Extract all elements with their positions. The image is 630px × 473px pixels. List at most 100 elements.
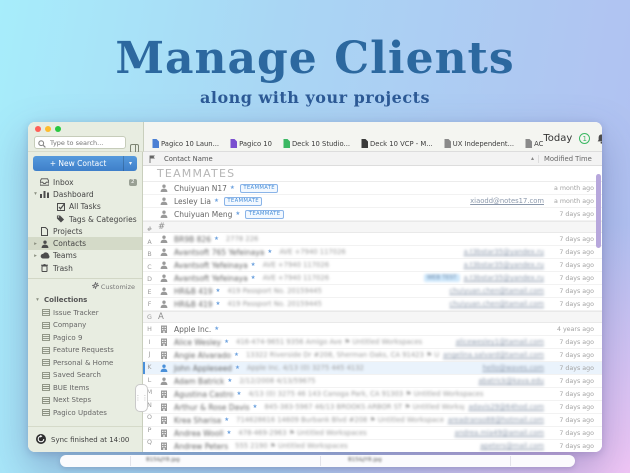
expand-icon[interactable]: ▸ (32, 241, 39, 247)
contact-row[interactable]: Avantsoft 765 Yefeinaya★AVE +7940 117026… (143, 246, 602, 259)
collection-item-issue-tracker[interactable]: Issue Tracker (28, 306, 142, 319)
alphabet-index-letter[interactable]: O (145, 412, 154, 425)
close-button[interactable] (35, 126, 41, 132)
contact-email[interactable]: hello@waves.com (483, 364, 544, 372)
contact-email[interactable]: areadranso88@hotmail.com (448, 416, 544, 424)
collection-item-personal-home[interactable]: Personal & Home (28, 356, 142, 369)
collection-item-bue-items[interactable]: BUE Items (28, 381, 142, 394)
collection-item-pagico-updates[interactable]: Pagico Updates (28, 406, 142, 419)
contact-email[interactable]: chuiyuan.chen@tamail.com (449, 287, 544, 295)
contact-row[interactable]: Alice Wesley★416-474-9651 9356 Amigo Ave… (143, 336, 602, 349)
contact-row[interactable]: Krea Sharisa★714628616 14609 Burbank Blv… (143, 414, 602, 427)
contact-email[interactable]: angelina.salvard@tamail.com (443, 351, 544, 359)
contact-row[interactable]: BR9B 826★2778 2267 days ago (143, 233, 602, 246)
alphabet-index-letter[interactable]: H (145, 324, 154, 337)
alphabet-index-letter[interactable]: D (145, 274, 154, 287)
contact-row[interactable]: Apple Inc.★4 years ago (143, 323, 602, 336)
contact-row[interactable]: Arthur & Rose Davis★845-383-5967 46/13 B… (143, 401, 602, 414)
contact-email[interactable]: a.t3bstar35@yandex.ru (464, 274, 544, 282)
alphabet-index-letter[interactable]: # (145, 224, 154, 237)
sidebar-item-trash[interactable]: Trash (28, 262, 142, 274)
new-contact-button[interactable]: + New Contact ▾ (33, 156, 137, 171)
collection-item-pagico-9[interactable]: Pagico 9 (28, 331, 142, 344)
minimize-button[interactable] (45, 126, 51, 132)
collection-item-next-steps[interactable]: Next Steps (28, 394, 142, 407)
contact-row[interactable]: Andrew Peters555 2190 ⚑ Untitled Workspa… (143, 440, 602, 452)
contact-row[interactable]: John Appleseed★Apple Inc. 4/13 (0) 3275 … (143, 362, 602, 375)
document-tab[interactable]: Deck 10 Studio... (283, 139, 350, 148)
sidebar-resize-handle[interactable]: ⋮⋮ (135, 384, 148, 412)
contact-row[interactable]: HR&B 419★419 Passport No. 20159445chuiyu… (143, 298, 602, 311)
contact-email[interactable]: alicewesley1@tamail.com (456, 338, 544, 346)
contact-row[interactable]: Avantsoft Yefeinaya★AVE +7940 117026a.t3… (143, 259, 602, 272)
contact-row[interactable]: Chuiyuan Meng★TEAMMATE7 days ago (143, 208, 602, 221)
alphabet-index-letter[interactable]: I (145, 337, 154, 350)
search-input[interactable] (48, 138, 122, 148)
zoom-button[interactable] (55, 126, 61, 132)
contact-email[interactable]: apeters@mail.com (480, 442, 544, 450)
modified-time: 7 days ago (544, 352, 594, 359)
collapse-icon[interactable]: ▾ (32, 191, 39, 197)
contact-row[interactable]: Andrea Wooll★478-469-2963 ⚑ Untitled Wor… (143, 427, 602, 440)
contact-email[interactable]: a.t3bstar35@yandex.ru (464, 261, 544, 269)
contact-email[interactable]: a.t3bstar35@yandex.ru (464, 248, 544, 256)
alphabet-index-letter[interactable]: G (145, 312, 154, 325)
scrollbar-thumb[interactable] (596, 174, 601, 248)
traffic-lights[interactable] (35, 126, 61, 132)
modified-time-column[interactable]: Modified Time (538, 155, 596, 163)
contact-details: 478-469-2963 ⚑ Untitled Workspaces (238, 429, 366, 437)
alphabet-index-letter[interactable]: J (145, 349, 154, 362)
alphabet-index-letter[interactable]: F (145, 299, 154, 312)
alphabet-index-letter[interactable]: C (145, 262, 154, 275)
expand-icon[interactable]: ▸ (32, 253, 39, 259)
document-tab[interactable]: Pagico 10 Laun... (152, 139, 219, 148)
alphabet-index-letter[interactable]: K (145, 362, 154, 375)
contact-details: 13322 Riverside Dr #208, Sherman Oaks, C… (246, 351, 439, 359)
document-tab[interactable]: AC (525, 139, 543, 148)
contact-name: Alice Wesley (174, 338, 221, 347)
bell-icon[interactable] (597, 129, 602, 148)
person-icon (159, 300, 169, 308)
sidebar-item-all-tasks[interactable]: All Tasks (28, 201, 142, 213)
contact-row[interactable]: Avantsoft Yefeinaya★AVE +7940 117026WEB … (143, 272, 602, 285)
sidebar-item-projects[interactable]: Projects (28, 225, 142, 237)
sidebar-item-tags-categories[interactable]: Tags & Categories (28, 213, 142, 225)
flag-icon[interactable] (149, 155, 156, 163)
document-tab[interactable]: UX Independent... (444, 139, 514, 148)
alphabet-index-letter[interactable]: A (145, 237, 154, 250)
sidebar-item-dashboard[interactable]: ▾Dashboard (28, 188, 142, 200)
contact-email[interactable]: andrea.mia49@amail.com (455, 429, 544, 437)
alphabet-index-letter[interactable]: Q (145, 437, 154, 450)
sync-icon[interactable] (36, 434, 46, 446)
sidebar-item-contacts[interactable]: ▸Contacts (28, 237, 142, 249)
search-box[interactable] (34, 136, 126, 149)
customize-button[interactable]: Customize (28, 281, 142, 292)
new-contact-dropdown[interactable]: ▾ (123, 156, 137, 171)
contact-row[interactable]: Chuiyuan N17★TEAMMATEa month ago (143, 182, 602, 195)
collections-header[interactable]: ▾ Collections (28, 294, 142, 306)
contact-name-column[interactable]: Contact Name (164, 155, 213, 163)
contact-row[interactable]: Adam Batrick★2/12/2008 4/13/59675abatric… (143, 375, 602, 388)
sort-asc-icon[interactable]: ▴ (531, 155, 534, 162)
contact-row[interactable]: Angie Alvarado★13322 Riverside Dr #208, … (143, 349, 602, 362)
contact-email[interactable]: xiaodd@notes17.com (470, 197, 544, 205)
alphabet-index-letter[interactable]: E (145, 287, 154, 300)
contact-email[interactable]: adavis29@64hod.com (468, 403, 544, 411)
collection-item-feature-requests[interactable]: Feature Requests (28, 344, 142, 357)
alphabet-index-letter[interactable]: B (145, 249, 154, 262)
contact-row[interactable]: Lesley Lia★TEAMMATExiaodd@notes17.coma m… (143, 195, 602, 208)
collection-item-company[interactable]: Company (28, 319, 142, 332)
document-tab[interactable]: Pagico 10 (230, 139, 272, 148)
contact-email[interactable]: abatrick@kava.edu (478, 377, 544, 385)
alphabet-index-letter[interactable]: P (145, 425, 154, 438)
document-tab[interactable]: Deck 10 VCP - M... (361, 139, 433, 148)
collapse-icon: ▾ (34, 297, 41, 303)
sidebar-item-inbox[interactable]: Inbox2 (28, 176, 142, 188)
contact-email[interactable]: chuiyuan.chen@tamail.com (449, 300, 544, 308)
collection-item-saved-search[interactable]: Saved Search (28, 369, 142, 382)
contact-row[interactable]: Agustina Castro★4/13 (0) 3275 46 143 Can… (143, 388, 602, 401)
modified-time: 7 days ago (544, 443, 594, 450)
today-button[interactable]: Today (543, 133, 572, 144)
sidebar-item-teams[interactable]: ▸Teams (28, 250, 142, 262)
contact-row[interactable]: HR&B 419★419 Passport No. 20159445chuiyu… (143, 285, 602, 298)
